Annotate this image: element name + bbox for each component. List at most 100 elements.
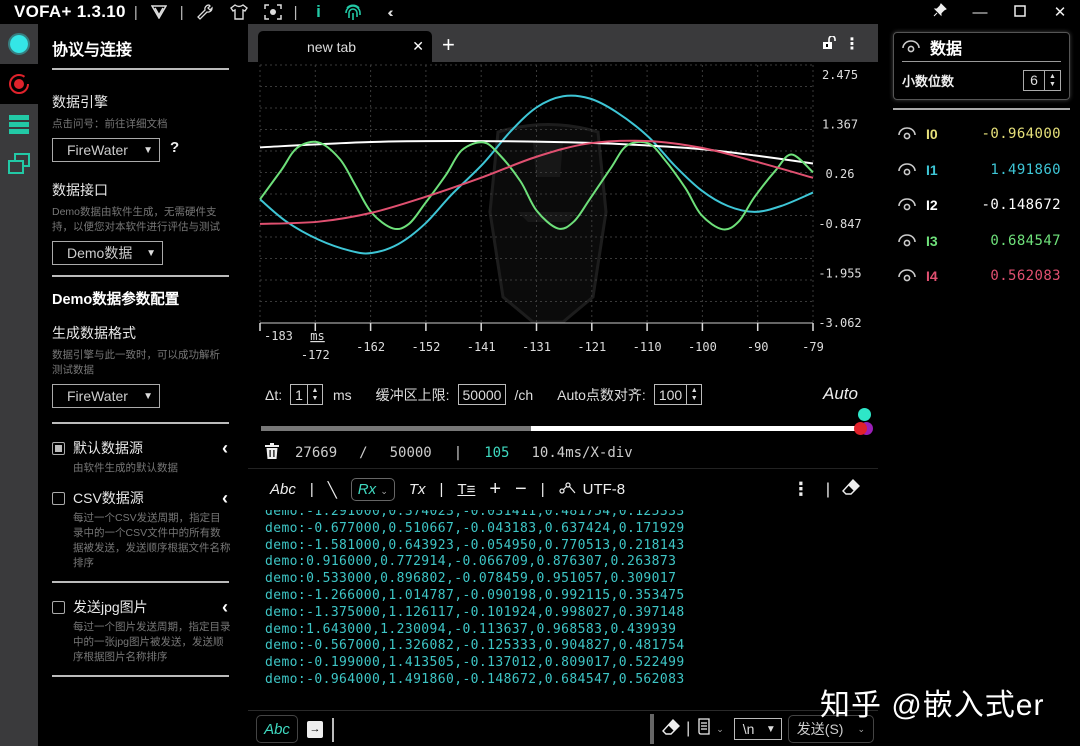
divider: | bbox=[825, 480, 830, 498]
dropdown-arrow-icon: ▼ bbox=[146, 247, 156, 259]
log-line: demo:-1.375000,1.126117,-0.101924,0.9980… bbox=[265, 604, 685, 620]
checkbox[interactable] bbox=[52, 491, 65, 505]
rail-widgets[interactable] bbox=[0, 144, 38, 184]
text-mode-button[interactable]: Abc bbox=[270, 481, 296, 498]
rail-record[interactable] bbox=[0, 64, 38, 104]
more-options-icon[interactable]: ⋮ bbox=[792, 479, 810, 500]
log-line: demo:-1.581000,0.643923,-0.054950,0.7705… bbox=[265, 537, 685, 553]
log-line: demo:0.533000,0.896802,-0.078459,0.95105… bbox=[265, 571, 677, 587]
send-text-mode-button[interactable]: Abc bbox=[256, 715, 298, 743]
info-icon[interactable]: i bbox=[308, 2, 330, 22]
zoom-out-icon[interactable]: − bbox=[515, 478, 527, 501]
sidebar-rail bbox=[0, 24, 38, 746]
buffer-input[interactable]: 50000 bbox=[457, 384, 507, 405]
splitter-handle[interactable] bbox=[650, 714, 655, 744]
divider bbox=[52, 275, 229, 277]
interface-hint: Demo数据由软件生成，无需硬件支持，以便您对本软件进行评估与测试 bbox=[52, 206, 220, 233]
text-format-icon[interactable]: T≡ bbox=[457, 481, 475, 498]
dt-stepper[interactable]: 1 ▲ ▼ bbox=[290, 384, 323, 405]
zoom-in-icon[interactable]: + bbox=[489, 478, 501, 501]
rail-connection[interactable] bbox=[0, 24, 38, 64]
x-tick-label: -90 bbox=[747, 340, 769, 354]
x-tick-label: -110 bbox=[633, 340, 662, 354]
eye-icon[interactable] bbox=[898, 162, 916, 177]
eraser-icon[interactable] bbox=[842, 478, 860, 500]
rx-toggle[interactable]: Rx ⌄ bbox=[350, 478, 395, 501]
chevron-left-icon[interactable]: ‹ bbox=[222, 488, 228, 509]
chevron-down-icon[interactable]: ⌄ bbox=[857, 724, 865, 735]
sample-rate: 105 bbox=[484, 445, 510, 461]
stepper-arrows-icon[interactable]: ▲ ▼ bbox=[1044, 71, 1060, 90]
decimals-stepper[interactable]: 6 ▲ ▼ bbox=[1023, 70, 1061, 91]
channel-row[interactable]: I4 0.562083 bbox=[898, 265, 1070, 287]
align-value: 100 bbox=[658, 386, 683, 403]
eye-icon[interactable] bbox=[898, 269, 916, 283]
view-range-slider[interactable] bbox=[261, 408, 873, 435]
eye-icon[interactable] bbox=[898, 198, 916, 212]
channel-row[interactable]: I0 -0.964000 bbox=[898, 123, 1070, 145]
encoding-label[interactable]: UTF-8 bbox=[583, 481, 626, 498]
close-icon[interactable]: ✕ bbox=[412, 38, 424, 55]
encoding-icon[interactable] bbox=[559, 481, 577, 499]
unlock-icon[interactable] bbox=[822, 35, 836, 53]
checkbox[interactable] bbox=[52, 600, 65, 614]
receive-log[interactable]: demo:-1.291000,0.374023,-0.031411,0.4817… bbox=[248, 510, 878, 710]
line-ending-select[interactable]: \n ▼ bbox=[733, 718, 782, 740]
plot-svg: -183 -172 -162 -152 -141 -131 -121 -110 -100 -90 -… bbox=[259, 64, 862, 362]
vofa-logo-icon[interactable] bbox=[148, 2, 170, 22]
close-icon[interactable]: ✕ bbox=[1040, 3, 1080, 21]
chevron-left-icon[interactable]: ‹ bbox=[222, 597, 228, 618]
tab-new-tab[interactable]: new tab ✕ bbox=[258, 31, 432, 62]
eye-icon[interactable] bbox=[898, 127, 916, 141]
source-label: CSV数据源 bbox=[73, 490, 144, 506]
history-icon[interactable] bbox=[698, 718, 712, 740]
shirt-icon[interactable] bbox=[228, 2, 250, 22]
channel-row[interactable]: I1 1.491860 bbox=[898, 159, 1070, 181]
channel-value: 1.491860 bbox=[990, 161, 1061, 178]
source-default[interactable]: 默认数据源 ‹ bbox=[52, 438, 230, 458]
checkbox[interactable] bbox=[52, 441, 65, 455]
channel-row[interactable]: I2 -0.148672 bbox=[898, 194, 1070, 216]
align-stepper[interactable]: 100 ▲ ▼ bbox=[653, 384, 703, 405]
source-jpg[interactable]: 发送jpg图片 ‹ bbox=[52, 597, 230, 617]
timestamp-icon[interactable]: ╲ bbox=[328, 481, 337, 499]
collapse-icon[interactable]: ‹‹‹ bbox=[378, 2, 400, 22]
add-tab-button[interactable]: + bbox=[442, 32, 455, 58]
screenshot-icon[interactable] bbox=[262, 2, 284, 22]
divider bbox=[893, 108, 1070, 110]
stepper-arrows-icon[interactable]: ▲ ▼ bbox=[306, 385, 322, 404]
wrench-icon[interactable] bbox=[194, 2, 216, 22]
chevron-down-icon[interactable]: ⌄ bbox=[716, 724, 724, 735]
send-input[interactable] bbox=[332, 718, 334, 742]
rail-commands[interactable] bbox=[0, 104, 38, 144]
decimals-label: 小数位数 bbox=[902, 74, 955, 89]
tx-toggle[interactable]: Tx bbox=[409, 481, 426, 498]
trash-icon[interactable] bbox=[265, 443, 279, 463]
channel-name: I1 bbox=[926, 161, 938, 178]
maximize-icon[interactable] bbox=[1000, 4, 1040, 21]
eye-icon[interactable] bbox=[902, 40, 920, 54]
slider-handle-cyan[interactable] bbox=[858, 408, 871, 421]
panel-title: 协议与连接 bbox=[52, 42, 133, 59]
engine-select[interactable]: FireWater ▼ bbox=[52, 138, 160, 162]
fingerprint-icon[interactable] bbox=[342, 2, 364, 22]
help-button[interactable]: ? bbox=[170, 139, 179, 156]
slider-handle-red[interactable] bbox=[854, 422, 867, 435]
waveform-plot[interactable]: -183 -172 -162 -152 -141 -131 -121 -110 -100 -90 -… bbox=[248, 62, 878, 370]
minimize-icon[interactable]: — bbox=[960, 4, 1000, 21]
stepper-arrows-icon[interactable]: ▲ ▼ bbox=[686, 385, 701, 404]
eye-icon[interactable] bbox=[898, 233, 916, 248]
tab-label: new tab bbox=[307, 38, 357, 55]
format-select[interactable]: FireWater ▼ bbox=[52, 384, 160, 408]
interface-select[interactable]: Demo数据 ▼ bbox=[52, 241, 163, 265]
more-options-icon[interactable]: ⋮ bbox=[844, 34, 860, 54]
pin-icon[interactable] bbox=[920, 3, 960, 21]
eraser-icon[interactable] bbox=[662, 718, 681, 740]
chevron-left-icon[interactable]: ‹ bbox=[222, 438, 228, 459]
divider: | bbox=[309, 481, 314, 498]
source-csv[interactable]: CSV数据源 ‹ bbox=[52, 488, 230, 508]
send-file-icon[interactable]: → bbox=[307, 721, 323, 738]
channel-row[interactable]: I3 0.684547 bbox=[898, 230, 1070, 252]
slider-window[interactable] bbox=[531, 426, 861, 431]
auto-button[interactable]: Auto bbox=[823, 384, 858, 404]
